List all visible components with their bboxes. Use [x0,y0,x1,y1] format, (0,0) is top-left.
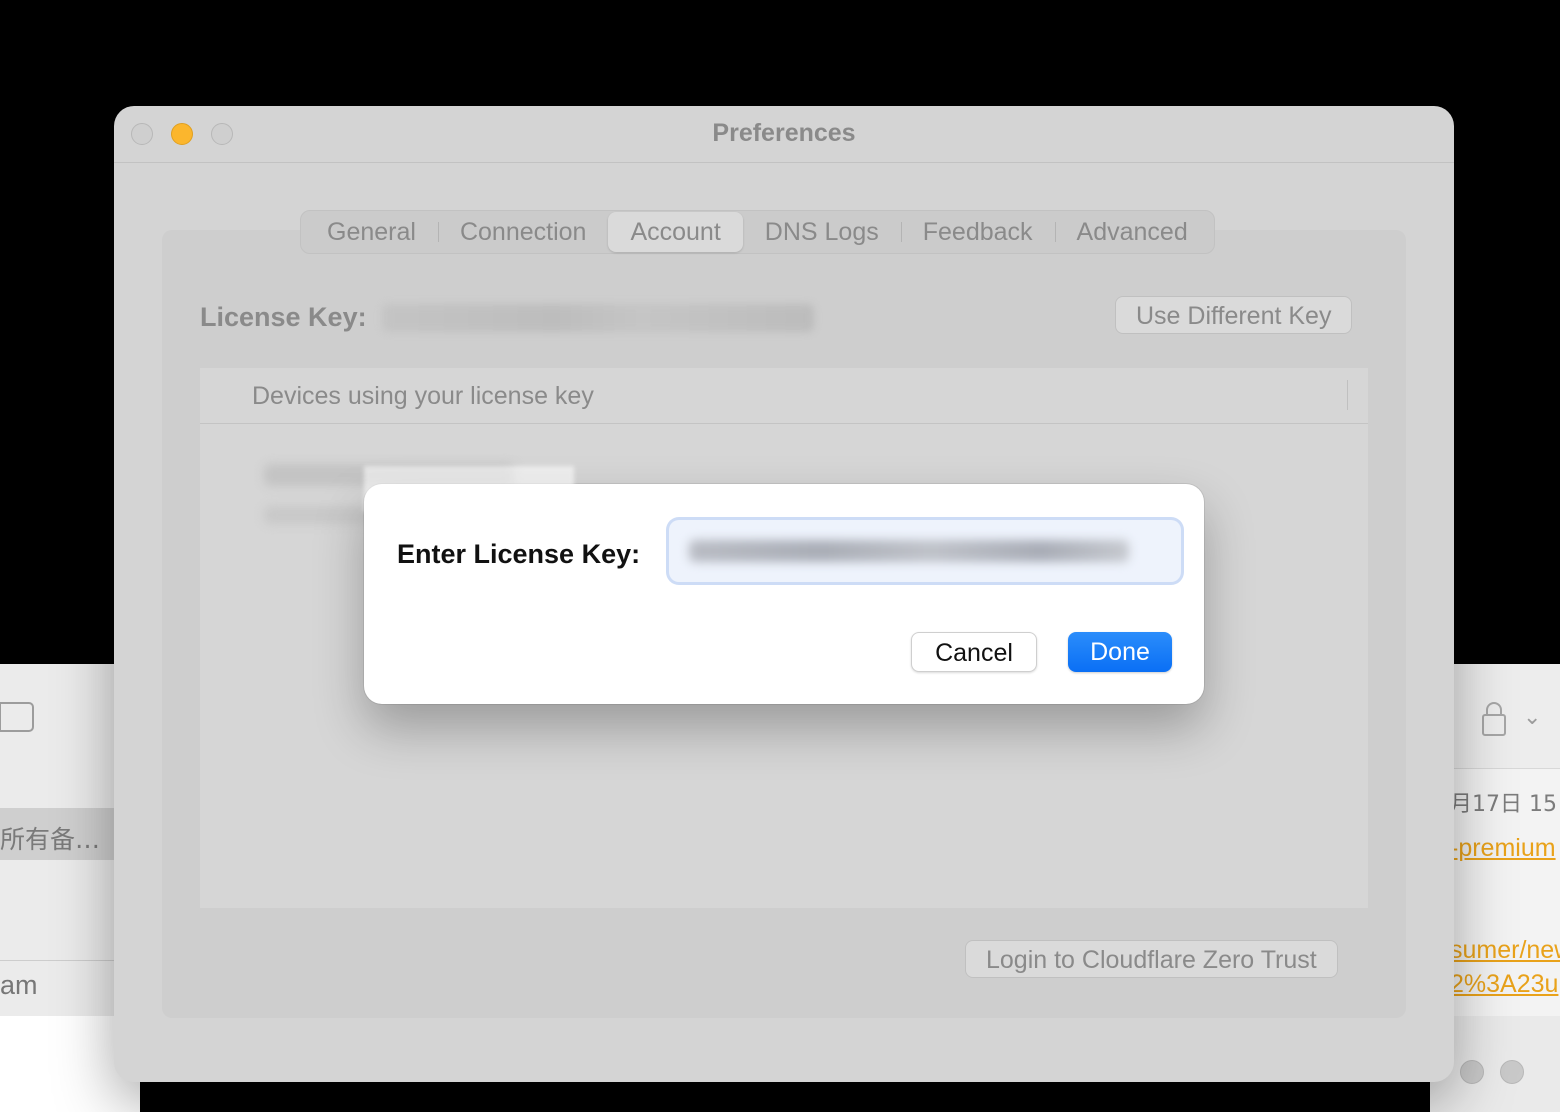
sheet-label: Enter License Key: [397,539,641,569]
tab-dns-logs[interactable]: DNS Logs [743,212,901,252]
column-header: Devices using your license key [252,382,594,410]
control-dot[interactable] [1460,1060,1484,1084]
tab-advanced[interactable]: Advanced [1054,212,1210,252]
login-zero-trust-button[interactable]: Login to Cloudflare Zero Trust [965,940,1338,978]
tab-bar: General Connection Account DNS Logs Feed… [300,210,1215,254]
license-key-input[interactable] [669,520,1181,582]
list-item-label: 所有备… [0,825,101,854]
window-title: Preferences [712,119,856,147]
lock-icon[interactable] [1482,702,1506,736]
devices-table-header: Devices using your license key [200,368,1368,424]
done-button[interactable]: Done [1068,632,1172,672]
tab-general[interactable]: General [305,212,438,252]
date-text: 月17日 15 [1450,792,1557,817]
list-item-label: am [0,970,38,1000]
link[interactable]: 2%3A23u [1450,970,1558,999]
device-detail-redacted [264,506,374,524]
column-divider [1347,380,1348,410]
tab-connection[interactable]: Connection [437,212,608,252]
tab-feedback[interactable]: Feedback [900,212,1055,252]
sheet-notch [364,466,574,512]
sidebar-toggle-icon[interactable] [0,702,34,732]
cancel-button[interactable]: Cancel [911,632,1037,672]
link[interactable]: sumer/new [1450,936,1560,965]
enter-license-key-sheet: Enter License Key: Cancel Done [364,466,1204,704]
license-key-label: License Key: [200,302,367,332]
title-bar: Preferences [114,106,1454,163]
use-different-key-button[interactable]: Use Different Key [1115,296,1353,334]
license-key-input-value-redacted [689,540,1129,562]
chevron-down-icon[interactable]: ⌄ [1523,704,1541,730]
license-key-value-redacted [382,304,814,332]
link[interactable]: -premium [1450,834,1556,863]
control-dot[interactable] [1500,1060,1524,1084]
tab-account[interactable]: Account [608,212,743,252]
